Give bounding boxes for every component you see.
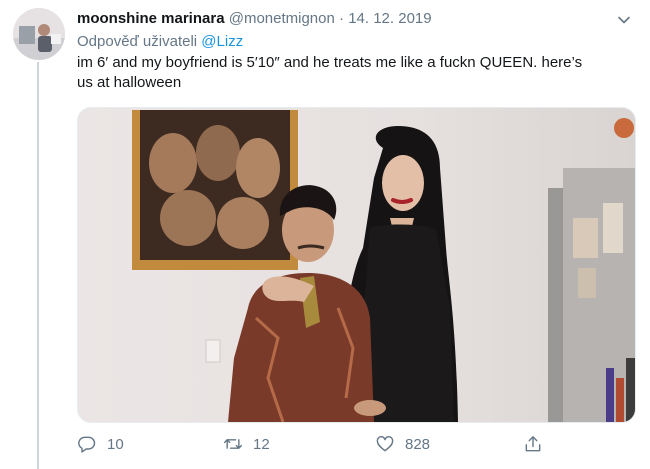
reply-prefix: Odpověď uživateli xyxy=(77,33,198,50)
like-icon xyxy=(376,436,394,452)
tweet-date[interactable]: 14. 12. 2019 xyxy=(348,10,431,27)
like-button[interactable]: 828 xyxy=(375,430,430,458)
avatar-image xyxy=(13,8,65,60)
user-handle[interactable]: @monetmignon xyxy=(229,10,335,27)
separator-dot: · xyxy=(339,10,345,27)
share-icon xyxy=(525,436,541,452)
share-button[interactable] xyxy=(523,430,543,458)
avatar[interactable] xyxy=(13,8,65,60)
tweet-photo[interactable] xyxy=(77,107,636,423)
reply-mention-link[interactable]: @Lizz xyxy=(201,33,243,50)
reply-icon xyxy=(78,436,96,453)
tweet-text-line: us at halloween xyxy=(77,74,182,91)
reply-context: Odpověď uživateli @Lizz xyxy=(77,32,243,52)
retweet-count: 12 xyxy=(253,435,270,453)
retweet-button[interactable]: 12 xyxy=(223,430,270,458)
tweet-header: moonshine marinara @monetmignon · 14. 12… xyxy=(77,9,630,31)
reply-count: 10 xyxy=(107,435,124,453)
photo-illustration xyxy=(78,108,635,422)
tweet-text: im 6′ and my boyfriend is 5′10″ and he t… xyxy=(77,53,637,93)
tweet-actions: 10 12 828 xyxy=(77,430,557,458)
chevron-down-icon[interactable] xyxy=(616,12,632,28)
like-count: 828 xyxy=(405,435,431,453)
retweet-icon xyxy=(223,439,243,449)
tweet-text-line: im 6′ and my boyfriend is 5′10″ and he t… xyxy=(77,54,583,71)
display-name[interactable]: moonshine marinara xyxy=(77,10,225,27)
reply-button[interactable]: 10 xyxy=(77,430,124,458)
thread-line xyxy=(37,62,39,469)
